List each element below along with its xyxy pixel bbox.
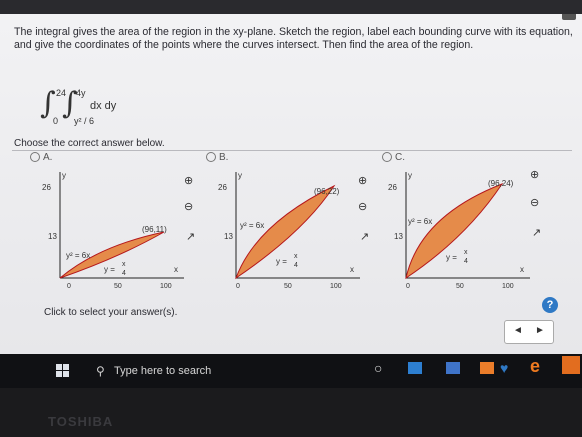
option-letter: A. bbox=[43, 152, 53, 163]
radio-icon[interactable] bbox=[206, 152, 216, 163]
x-origin: 0 bbox=[236, 283, 240, 290]
y-axis-label: y bbox=[408, 171, 412, 180]
graph-option-b[interactable]: y 26 13 y² = 6x (96,22) y = x 4 x 0 50 1… bbox=[214, 168, 364, 292]
cortana-icon[interactable]: ○ bbox=[374, 360, 382, 376]
curve-lower-den: 4 bbox=[294, 262, 298, 269]
integral-expression: ∫ 24 0 ∫ 4y y² / 6 dx dy bbox=[40, 86, 150, 126]
prev-button[interactable]: ◄ bbox=[513, 325, 523, 336]
x-tick-mid: 50 bbox=[456, 283, 464, 290]
laptop-bezel bbox=[0, 388, 582, 437]
curve-lower-num: x bbox=[464, 249, 468, 256]
zoom-in-icon[interactable]: ⊕ bbox=[358, 174, 367, 187]
popout-icon[interactable]: ↗ bbox=[360, 230, 369, 243]
y-tick-high: 26 bbox=[42, 183, 51, 192]
search-placeholder: Type here to search bbox=[114, 365, 212, 377]
curve-lower-num: x bbox=[122, 261, 126, 268]
x-axis-label: x bbox=[520, 265, 524, 274]
integrand: dx dy bbox=[90, 100, 117, 112]
option-letter: B. bbox=[219, 152, 229, 163]
option-b-radio[interactable]: B. bbox=[206, 152, 228, 163]
radio-icon[interactable] bbox=[30, 152, 40, 163]
intersection-point-label: (96,11) bbox=[142, 225, 167, 234]
zoom-in-icon[interactable]: ⊕ bbox=[184, 174, 193, 187]
store-icon[interactable] bbox=[480, 362, 494, 374]
curve-lower-den: 4 bbox=[122, 270, 126, 277]
y-tick-high: 26 bbox=[218, 183, 227, 192]
curve-lower-prefix: y = bbox=[104, 265, 115, 274]
inner-upper-limit: 4y bbox=[76, 88, 86, 98]
taskbar-search-box[interactable]: ⚲ Type here to search bbox=[92, 359, 362, 383]
question-nav: ◄ ► bbox=[504, 320, 554, 344]
curve-lower-num: x bbox=[294, 253, 298, 260]
intersection-point-label: (96,24) bbox=[488, 179, 514, 188]
curve-upper-label: y² = 6x bbox=[240, 221, 264, 230]
search-icon: ⚲ bbox=[96, 364, 105, 378]
next-button[interactable]: ► bbox=[535, 325, 545, 336]
curve-upper-label: y² = 6x bbox=[408, 217, 432, 226]
x-tick-high: 100 bbox=[502, 283, 514, 290]
y-axis-label: y bbox=[62, 171, 66, 180]
x-axis-label: x bbox=[174, 265, 178, 274]
zoom-out-icon[interactable]: ⊖ bbox=[358, 200, 367, 213]
y-axis-label: y bbox=[238, 171, 242, 180]
x-axis-label: x bbox=[350, 265, 354, 274]
graph-option-c[interactable]: y 26 13 y² = 6x (96,24) y = x 4 x 0 50 1… bbox=[384, 168, 534, 292]
option-letter: C. bbox=[395, 152, 405, 163]
y-tick-mid: 13 bbox=[48, 232, 57, 241]
y-tick-high: 26 bbox=[388, 183, 397, 192]
zoom-out-icon[interactable]: ⊖ bbox=[184, 200, 193, 213]
popout-icon[interactable]: ↗ bbox=[532, 226, 541, 239]
graph-option-a[interactable]: y 26 13 y² = 6x (96,11) y = x 4 x 0 50 1… bbox=[38, 168, 188, 292]
x-origin: 0 bbox=[67, 283, 71, 290]
curve-lower-prefix: y = bbox=[276, 257, 287, 266]
help-button[interactable]: ? bbox=[542, 297, 558, 313]
x-origin: 0 bbox=[406, 283, 410, 290]
x-tick-mid: 50 bbox=[114, 283, 122, 290]
radio-icon[interactable] bbox=[382, 152, 392, 163]
heart-icon[interactable]: ♥ bbox=[500, 360, 508, 376]
x-tick-mid: 50 bbox=[284, 283, 292, 290]
windows-logo-icon[interactable] bbox=[56, 364, 70, 378]
curve-lower-prefix: y = bbox=[446, 253, 457, 262]
edge-icon[interactable]: e bbox=[530, 356, 540, 377]
choose-label: Choose the correct answer below. bbox=[14, 138, 165, 149]
x-tick-high: 100 bbox=[330, 283, 342, 290]
popout-icon[interactable]: ↗ bbox=[186, 230, 195, 243]
inner-lower-limit: y² / 6 bbox=[74, 116, 95, 126]
file-explorer-icon[interactable] bbox=[446, 362, 460, 374]
question-text: The integral gives the area of the regio… bbox=[14, 26, 573, 51]
curve-lower-den: 4 bbox=[464, 258, 468, 265]
intersection-point-label: (96,22) bbox=[314, 187, 340, 196]
zoom-in-icon[interactable]: ⊕ bbox=[530, 168, 539, 181]
app-icon[interactable] bbox=[562, 356, 580, 374]
brand-logo: TOSHIBA bbox=[48, 414, 114, 429]
outer-lower-limit: 0 bbox=[53, 116, 59, 126]
divider bbox=[12, 150, 572, 151]
option-c-radio[interactable]: C. bbox=[382, 152, 405, 163]
curve-upper-label: y² = 6x bbox=[66, 251, 90, 260]
zoom-out-icon[interactable]: ⊖ bbox=[530, 196, 539, 209]
y-tick-mid: 13 bbox=[394, 232, 403, 241]
close-icon[interactable] bbox=[562, 14, 576, 20]
click-to-select-note: Click to select your answer(s). bbox=[44, 307, 178, 318]
option-a-radio[interactable]: A. bbox=[30, 152, 52, 163]
shaded-region bbox=[405, 182, 504, 280]
x-tick-high: 100 bbox=[160, 283, 172, 290]
task-view-icon[interactable] bbox=[408, 362, 422, 374]
y-tick-mid: 13 bbox=[224, 232, 233, 241]
